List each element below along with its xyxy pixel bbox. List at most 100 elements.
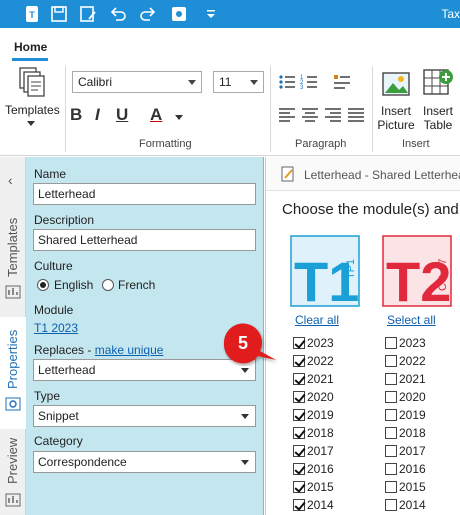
insert-picture-label-1: Insert — [380, 104, 411, 118]
bullet-list-icon[interactable] — [278, 73, 296, 91]
save-icon[interactable] — [49, 4, 69, 24]
year-checkbox[interactable] — [293, 463, 305, 475]
year-label: 2015 — [399, 480, 426, 494]
insert-picture-icon[interactable] — [381, 70, 411, 98]
year-checkbox[interactable] — [293, 499, 305, 511]
culture-label: Culture — [34, 259, 73, 273]
align-left-icon[interactable] — [278, 107, 296, 123]
year-label: 2014 — [399, 498, 426, 512]
tab-properties[interactable]: Properties — [5, 330, 20, 389]
insert-table-button[interactable]: Insert Table — [418, 104, 458, 132]
year-checkbox[interactable] — [293, 409, 305, 421]
group-insert-label: Insert — [402, 138, 430, 150]
year-checkbox[interactable] — [293, 481, 305, 493]
font-color-button[interactable]: A — [150, 105, 162, 125]
tab-templates[interactable]: Templates — [5, 218, 20, 277]
description-value: Shared Letterhead — [38, 233, 138, 247]
step-callout-badge: 5 — [223, 323, 276, 364]
ribbon-tab-bar: Home — [0, 28, 460, 62]
quick-access-dropdown-icon[interactable] — [201, 4, 221, 24]
year-checkbox[interactable] — [385, 391, 397, 403]
choose-modules-heading: Choose the module(s) and — [282, 201, 459, 218]
culture-english-label[interactable]: English — [54, 278, 93, 292]
settings-icon[interactable] — [169, 4, 189, 24]
year-checkbox[interactable] — [385, 445, 397, 457]
clear-all-link[interactable]: Clear all — [295, 313, 339, 327]
year-checkbox[interactable] — [385, 409, 397, 421]
year-checkbox[interactable] — [385, 373, 397, 385]
app-icon[interactable]: T — [22, 4, 42, 24]
year-checkbox[interactable] — [385, 481, 397, 493]
category-select[interactable]: Correspondence — [33, 451, 256, 473]
insert-table-icon[interactable] — [422, 68, 454, 98]
preview-tab-icon — [5, 493, 21, 507]
insert-picture-label-2: Picture — [377, 118, 415, 132]
year-checkbox[interactable] — [293, 391, 305, 403]
replaces-label-text: Replaces - — [34, 343, 95, 357]
year-checkbox[interactable] — [293, 427, 305, 439]
make-unique-link[interactable]: make unique — [95, 343, 164, 357]
templates-tab-icon — [5, 285, 21, 299]
year-checkbox[interactable] — [293, 337, 305, 349]
templates-dropdown-icon[interactable] — [27, 121, 35, 126]
year-checkbox[interactable] — [385, 499, 397, 511]
type-value: Snippet — [38, 409, 79, 423]
group-formatting-label: Formatting — [139, 138, 192, 150]
type-label: Type — [34, 389, 61, 403]
t1-module-logo[interactable]: T1 TP1 — [290, 235, 360, 307]
year-label: 2020 — [307, 390, 334, 404]
year-label: 2022 — [307, 354, 334, 368]
culture-french-label[interactable]: French — [118, 278, 155, 292]
year-label: 2023 — [307, 336, 334, 350]
bold-button[interactable]: B — [70, 105, 82, 125]
justify-icon[interactable] — [347, 107, 365, 123]
tab-preview[interactable]: Preview — [5, 438, 20, 484]
year-checkbox[interactable] — [293, 445, 305, 457]
year-label: 2016 — [399, 462, 426, 476]
name-field[interactable]: Letterhead — [33, 183, 256, 205]
templates-icon[interactable] — [18, 66, 46, 100]
culture-french-radio[interactable] — [102, 279, 114, 291]
year-checkbox[interactable] — [385, 463, 397, 475]
chevron-down-icon — [250, 80, 258, 85]
insert-table-label-1: Insert — [422, 104, 453, 118]
paragraph-style-icon[interactable] — [333, 73, 351, 91]
chevron-down-icon — [188, 80, 196, 85]
culture-english-radio[interactable] — [37, 279, 49, 291]
year-checkbox[interactable] — [293, 373, 305, 385]
numbered-list-icon[interactable]: 123 — [300, 73, 318, 91]
font-color-dropdown-icon[interactable] — [175, 115, 183, 120]
year-checkbox[interactable] — [385, 337, 397, 349]
save-as-icon[interactable] — [78, 4, 98, 24]
category-value: Correspondence — [38, 455, 127, 469]
align-right-icon[interactable] — [324, 107, 342, 123]
year-checkbox[interactable] — [385, 427, 397, 439]
year-label: 2021 — [399, 372, 426, 386]
year-checkbox[interactable] — [293, 355, 305, 367]
type-select[interactable]: Snippet — [33, 405, 256, 427]
name-label: Name — [34, 167, 67, 181]
year-checkbox[interactable] — [385, 355, 397, 367]
description-field[interactable]: Shared Letterhead — [33, 229, 256, 251]
font-name-select[interactable]: Calibri — [72, 71, 202, 93]
t2-module-logo[interactable]: T2 CO-17 — [382, 235, 452, 307]
module-link[interactable]: T1 2023 — [34, 321, 78, 335]
year-label: 2017 — [399, 444, 426, 458]
chevron-down-icon — [241, 414, 249, 419]
separator — [270, 66, 271, 152]
tab-home[interactable]: Home — [14, 40, 47, 54]
redo-icon[interactable] — [138, 4, 158, 24]
year-label: 2023 — [399, 336, 426, 350]
align-center-icon[interactable] — [301, 107, 319, 123]
undo-icon[interactable] — [108, 4, 128, 24]
year-label: 2022 — [399, 354, 426, 368]
italic-button[interactable]: I — [95, 105, 100, 125]
separator — [65, 66, 66, 152]
collapse-panel-icon[interactable]: ‹ — [8, 172, 13, 188]
select-all-link[interactable]: Select all — [387, 313, 436, 327]
font-size-select[interactable]: 11 — [213, 71, 264, 93]
name-value: Letterhead — [38, 187, 96, 201]
underline-button[interactable]: U — [116, 105, 128, 125]
templates-button[interactable]: Templates — [5, 103, 60, 117]
insert-picture-button[interactable]: Insert Picture — [374, 104, 418, 132]
